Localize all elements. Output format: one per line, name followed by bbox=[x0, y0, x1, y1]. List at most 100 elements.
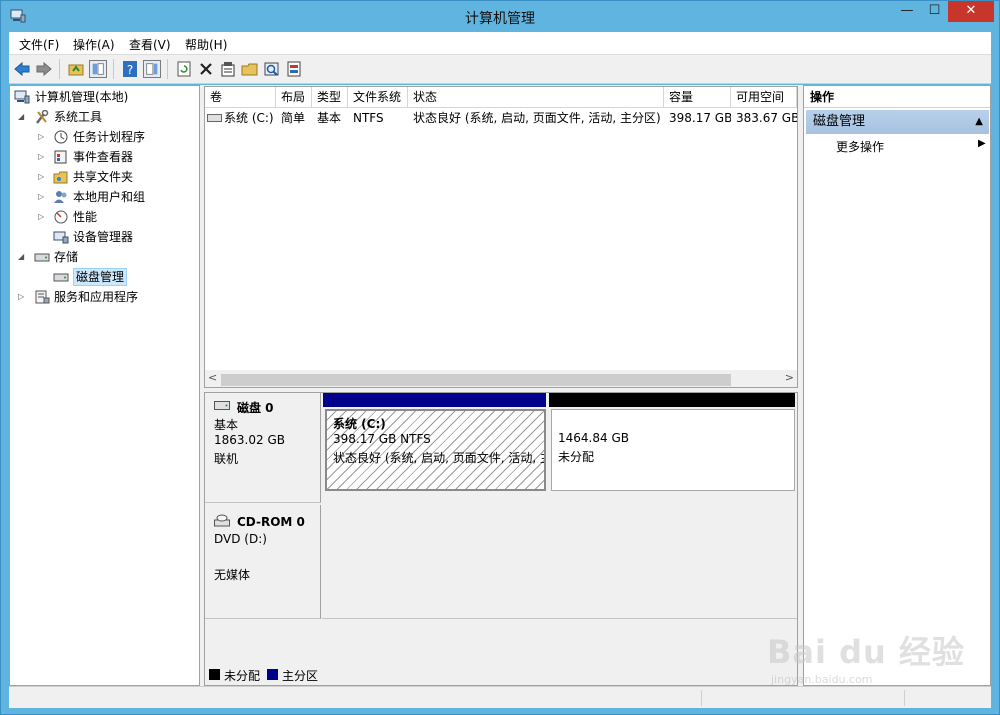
title-bar[interactable]: 计算机管理 — ☐ ✕ bbox=[1, 1, 999, 32]
close-button[interactable]: ✕ bbox=[948, 1, 994, 22]
tree-item-label: 系统工具 bbox=[54, 110, 103, 124]
column-header-type[interactable]: 类型 bbox=[312, 87, 348, 108]
column-header-filesystem[interactable]: 文件系统 bbox=[348, 87, 408, 108]
cdrom-0-label[interactable]: CD-ROM 0 DVD (D:) 无媒体 bbox=[205, 505, 321, 619]
column-header-status[interactable]: 状态 bbox=[408, 87, 664, 108]
performance-icon bbox=[54, 210, 68, 224]
tree-item-event-viewer[interactable]: ▷ 事件查看器 bbox=[38, 148, 199, 166]
tree-item-services-apps[interactable]: ▷ 服务和应用程序 bbox=[18, 288, 199, 306]
expanded-arrow-icon[interactable]: ◢ bbox=[18, 248, 28, 266]
column-header-layout[interactable]: 布局 bbox=[276, 87, 312, 108]
disk-name: 磁盘 0 bbox=[237, 401, 274, 415]
column-header-capacity[interactable]: 容量 bbox=[664, 87, 731, 108]
submenu-arrow-icon[interactable]: ▶ bbox=[978, 138, 986, 149]
watermark-url: jingyan.baidu.com bbox=[771, 673, 873, 686]
forward-arrow-icon[interactable] bbox=[35, 60, 53, 78]
tree-item-storage[interactable]: ◢ 存储 bbox=[18, 248, 199, 266]
menu-file[interactable]: 文件(F) bbox=[19, 36, 59, 53]
actions-pane: 操作 磁盘管理 ▲ 更多操作 ▶ bbox=[803, 85, 991, 686]
action-more-actions[interactable]: 更多操作 bbox=[836, 138, 884, 155]
settings-icon[interactable] bbox=[285, 60, 303, 78]
back-arrow-icon[interactable] bbox=[13, 60, 31, 78]
unallocated-size: 1464.84 GB bbox=[558, 431, 629, 445]
up-folder-icon[interactable] bbox=[67, 60, 85, 78]
filesystem-cell: NTFS bbox=[353, 111, 384, 125]
actions-group-disk-management[interactable]: 磁盘管理 ▲ bbox=[806, 110, 989, 134]
collapsed-arrow-icon[interactable]: ▷ bbox=[38, 128, 48, 146]
disk-0-label[interactable]: 磁盘 0 基本 1863.02 GB 联机 bbox=[205, 393, 321, 503]
scrollbar-thumb[interactable] bbox=[221, 374, 731, 386]
menu-action[interactable]: 操作(A) bbox=[73, 36, 115, 53]
menu-view[interactable]: 查看(V) bbox=[129, 36, 171, 53]
drive-icon bbox=[207, 114, 222, 122]
tree-item-device-manager[interactable]: 设备管理器 bbox=[38, 228, 199, 246]
system-tools-icon bbox=[36, 110, 49, 124]
legend-label-primary: 主分区 bbox=[282, 669, 319, 683]
toolbar-separator bbox=[59, 59, 60, 79]
tree-item-label: 事件查看器 bbox=[73, 150, 134, 164]
scroll-right-icon[interactable]: > bbox=[785, 371, 794, 384]
tree-item-label: 存储 bbox=[54, 250, 79, 264]
tree-item-label: 磁盘管理 bbox=[73, 268, 128, 286]
navigation-tree: 计算机管理(本地) ◢ 系统工具 ▷ 任务计划程序 ▷ 事件查看器 ▷ 共享文件… bbox=[9, 85, 200, 686]
tree-item-label: 性能 bbox=[73, 210, 98, 224]
collapsed-arrow-icon[interactable]: ▷ bbox=[18, 288, 28, 306]
free-space-cell: 383.67 GB bbox=[736, 111, 797, 125]
maximize-button[interactable]: ☐ bbox=[921, 1, 948, 22]
properties-icon[interactable] bbox=[219, 60, 237, 78]
tree-item-system-tools[interactable]: ◢ 系统工具 bbox=[18, 108, 199, 126]
unallocated-bar bbox=[549, 393, 795, 407]
legend-swatch-unallocated bbox=[209, 669, 220, 680]
tree-item-label: 计算机管理(本地) bbox=[35, 90, 129, 104]
local-users-icon bbox=[54, 191, 67, 203]
column-header-volume[interactable]: 卷 bbox=[205, 87, 276, 108]
collapsed-arrow-icon[interactable]: ▷ bbox=[38, 188, 48, 206]
cdrom-name: CD-ROM 0 bbox=[237, 515, 305, 529]
hard-disk-icon bbox=[214, 401, 230, 410]
column-header-free-space[interactable]: 可用空间 bbox=[731, 87, 797, 108]
partition-unallocated[interactable]: 1464.84 GB 未分配 bbox=[549, 393, 797, 491]
tree-item-label: 任务计划程序 bbox=[73, 130, 146, 144]
volume-list: 卷 布局 类型 文件系统 状态 容量 可用空间 系统 (C:) 简单 基本 NT… bbox=[204, 86, 798, 388]
type-cell: 基本 bbox=[317, 111, 342, 125]
partition-system-c[interactable]: 系统 (C:) 398.17 GB NTFS 状态良好 (系统, 启动, 页面文… bbox=[323, 393, 548, 491]
menu-bar: 文件(F) 操作(A) 查看(V) 帮助(H) bbox=[9, 32, 991, 54]
device-manager-icon bbox=[53, 231, 69, 244]
help-icon[interactable]: ? bbox=[121, 60, 139, 78]
toolbar-separator bbox=[167, 59, 168, 79]
capacity-cell: 398.17 GB bbox=[669, 111, 731, 125]
computer-management-window: 计算机管理 — ☐ ✕ 文件(F) 操作(A) 查看(V) 帮助(H) ? 计算… bbox=[0, 0, 1000, 715]
delete-icon[interactable] bbox=[197, 60, 215, 78]
baidu-watermark: Bai du 经验 jingyan.baidu.com bbox=[767, 609, 967, 699]
open-folder-icon[interactable] bbox=[241, 60, 259, 78]
expanded-arrow-icon[interactable]: ◢ bbox=[18, 108, 28, 126]
tree-item-label: 服务和应用程序 bbox=[54, 290, 139, 304]
collapsed-arrow-icon[interactable]: ▷ bbox=[38, 168, 48, 186]
collapsed-arrow-icon[interactable]: ▷ bbox=[38, 148, 48, 166]
tree-item-disk-management[interactable]: 磁盘管理 bbox=[38, 268, 199, 286]
tree-item-shared-folders[interactable]: ▷ 共享文件夹 bbox=[38, 168, 199, 186]
refresh-icon[interactable] bbox=[175, 60, 193, 78]
tree-item-local-users[interactable]: ▷ 本地用户和组 bbox=[38, 188, 199, 206]
cdrom-area bbox=[322, 505, 797, 619]
partition-size-fs: 398.17 GB NTFS bbox=[333, 432, 431, 446]
tree-item-computer-management[interactable]: 计算机管理(本地) bbox=[14, 88, 199, 106]
center-pane: 卷 布局 类型 文件系统 状态 容量 可用空间 系统 (C:) 简单 基本 NT… bbox=[204, 85, 798, 686]
show-hide-action-pane-icon[interactable] bbox=[143, 60, 161, 78]
tree-item-performance[interactable]: ▷ 性能 bbox=[38, 208, 199, 226]
menu-help[interactable]: 帮助(H) bbox=[185, 36, 227, 53]
scroll-left-icon[interactable]: < bbox=[208, 371, 217, 384]
minimize-button[interactable]: — bbox=[894, 1, 920, 22]
horizontal-scrollbar[interactable]: < > bbox=[205, 370, 797, 387]
collapsed-arrow-icon[interactable]: ▷ bbox=[38, 208, 48, 226]
svg-text:?: ? bbox=[127, 63, 133, 77]
toolbar: ? bbox=[9, 54, 991, 84]
tree-item-label: 本地用户和组 bbox=[73, 190, 146, 204]
window-title: 计算机管理 bbox=[465, 11, 535, 27]
disk-graphical-view: 磁盘 0 基本 1863.02 GB 联机 系统 (C:) 398.17 GB … bbox=[204, 392, 798, 686]
collapse-caret-icon[interactable]: ▲ bbox=[975, 110, 983, 134]
actions-group-label: 磁盘管理 bbox=[813, 114, 866, 129]
tree-item-task-scheduler[interactable]: ▷ 任务计划程序 bbox=[38, 128, 199, 146]
search-disk-icon[interactable] bbox=[263, 60, 281, 78]
show-hide-tree-icon[interactable] bbox=[89, 60, 107, 78]
